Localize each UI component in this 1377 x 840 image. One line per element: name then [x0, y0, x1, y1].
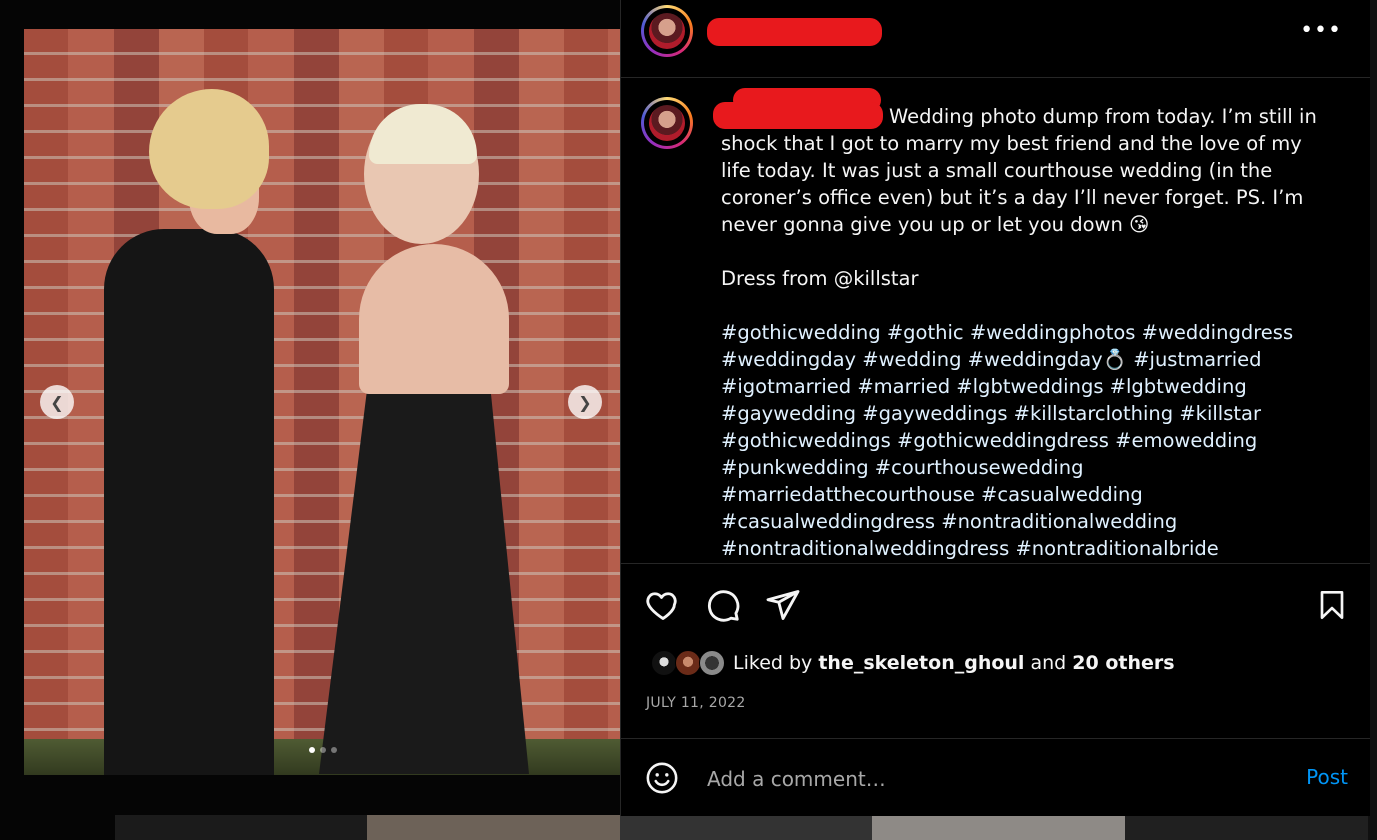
carousel-prev-button[interactable]: ❮ — [40, 385, 74, 419]
chevron-right-icon: ❯ — [578, 392, 592, 412]
caption-text: Wedding photo dump from today. I’m still… — [721, 103, 1321, 562]
like-button[interactable] — [644, 586, 682, 624]
emoji-smile-icon — [646, 762, 678, 794]
caption-area: Wedding photo dump from today. I’m still… — [621, 78, 1370, 562]
carousel-dot — [331, 747, 337, 753]
post-photo[interactable]: ❮ ❯ — [24, 29, 620, 775]
comment-bubble-icon — [707, 590, 740, 622]
share-button[interactable] — [764, 586, 802, 624]
liker-avatars — [651, 650, 725, 676]
author-avatar[interactable] — [641, 5, 693, 57]
bookmark-icon — [1320, 591, 1344, 619]
comment-input[interactable] — [705, 759, 1269, 799]
likes-others-link[interactable]: 20 others — [1072, 652, 1174, 674]
background-feed-strip — [115, 815, 1377, 840]
comment-button[interactable] — [704, 586, 742, 624]
caption-dress-credit: Dress from @killstar — [721, 267, 919, 290]
emoji-button[interactable] — [645, 761, 679, 795]
photo-person-left — [94, 89, 284, 775]
redacted-username — [707, 18, 882, 46]
more-options-icon[interactable]: ••• — [1300, 18, 1342, 43]
likes-and: and — [1030, 652, 1067, 674]
post-actions: Liked by the_skeleton_ghoul and 20 other… — [621, 563, 1370, 739]
post-detail-panel: ••• Wedding photo dump from today. I’m s… — [620, 0, 1370, 816]
save-button[interactable] — [1313, 586, 1351, 624]
post-date[interactable]: JULY 11, 2022 — [646, 695, 746, 711]
redacted-caption-username — [713, 102, 883, 129]
carousel-dot — [309, 747, 315, 753]
likes-prefix: Liked by — [733, 652, 813, 674]
paper-plane-icon — [766, 590, 800, 620]
heart-icon — [646, 592, 677, 620]
caption-hashtags[interactable]: #gothicwedding #gothic #weddingphotos #w… — [721, 319, 1321, 562]
comment-composer: Post — [621, 738, 1370, 817]
post-comment-button[interactable]: Post — [1306, 765, 1348, 789]
carousel-dot — [320, 747, 326, 753]
photo-person-right — [309, 104, 539, 775]
caption-author-avatar[interactable] — [641, 97, 693, 149]
carousel-next-button[interactable]: ❯ — [568, 385, 602, 419]
post-header: ••• — [621, 0, 1370, 78]
chevron-left-icon: ❮ — [50, 392, 64, 412]
liker-username-link[interactable]: the_skeleton_ghoul — [818, 652, 1024, 674]
carousel-indicator — [309, 747, 337, 753]
likes-summary: Liked by the_skeleton_ghoul and 20 other… — [651, 650, 1175, 676]
